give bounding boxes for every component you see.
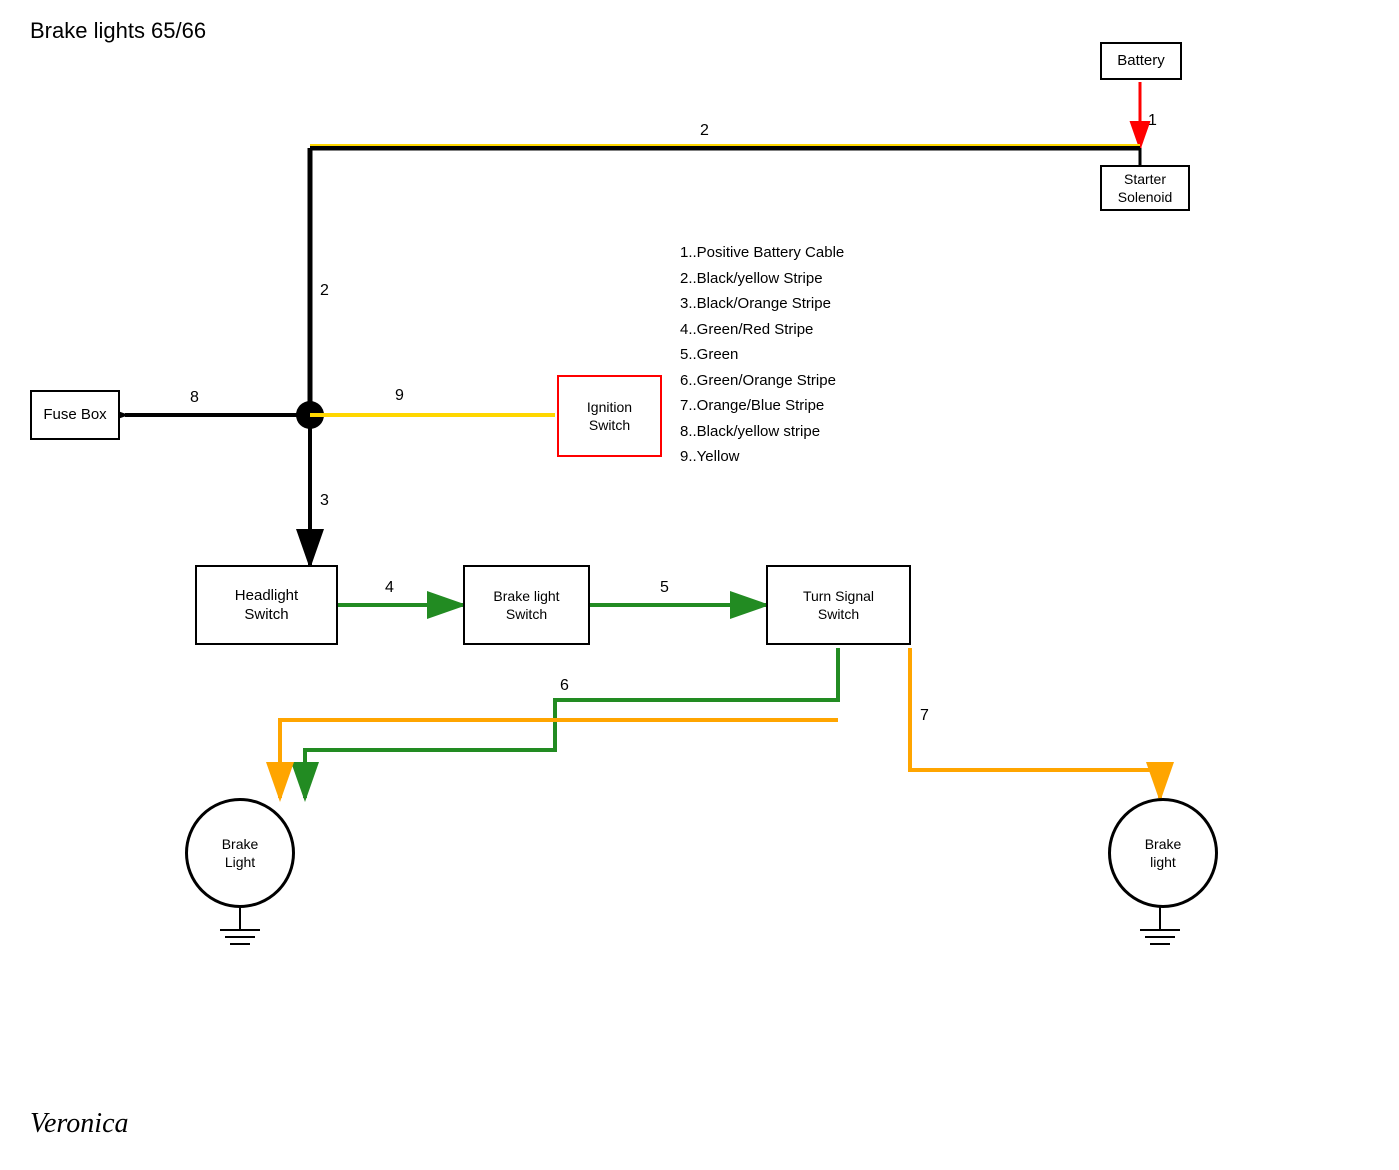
wire-label-3: 3 xyxy=(320,492,329,509)
headlight-switch-box: Headlight Switch xyxy=(195,565,338,645)
wire-label-6: 6 xyxy=(560,677,569,694)
legend-item-5: 5..Green xyxy=(680,342,844,368)
wire-label-8: 8 xyxy=(190,389,199,406)
turn-signal-switch-box: Turn Signal Switch xyxy=(766,565,911,645)
signature: Veronica xyxy=(30,1108,129,1140)
wire-label-1: 1 xyxy=(1148,112,1157,129)
legend-item-2: 2..Black/yellow Stripe xyxy=(680,266,844,292)
legend-item-9: 9..Yellow xyxy=(680,444,844,470)
legend: 1..Positive Battery Cable 2..Black/yello… xyxy=(680,240,844,470)
brake-light-right-box: Brake light xyxy=(1108,798,1218,908)
wire-label-5: 5 xyxy=(660,579,669,596)
legend-item-6: 6..Green/Orange Stripe xyxy=(680,368,844,394)
legend-item-3: 3..Black/Orange Stripe xyxy=(680,291,844,317)
wire-label-9: 9 xyxy=(395,387,404,404)
fuse-box: Fuse Box xyxy=(30,390,120,440)
legend-item-7: 7..Orange/Blue Stripe xyxy=(680,393,844,419)
wire-label-7: 7 xyxy=(920,707,929,724)
brake-light-left-box: Brake Light xyxy=(185,798,295,908)
wire-label-4: 4 xyxy=(385,579,394,596)
legend-item-4: 4..Green/Red Stripe xyxy=(680,317,844,343)
brake-light-switch-box: Brake light Switch xyxy=(463,565,590,645)
wire-label-2a: 2 xyxy=(700,122,709,139)
battery-box: Battery xyxy=(1100,42,1182,80)
starter-solenoid-box: Starter Solenoid xyxy=(1100,165,1190,211)
legend-item-8: 8..Black/yellow stripe xyxy=(680,419,844,445)
legend-item-1: 1..Positive Battery Cable xyxy=(680,240,844,266)
wire-label-2b: 2 xyxy=(320,282,329,299)
ignition-switch-box: Ignition Switch xyxy=(557,375,662,457)
